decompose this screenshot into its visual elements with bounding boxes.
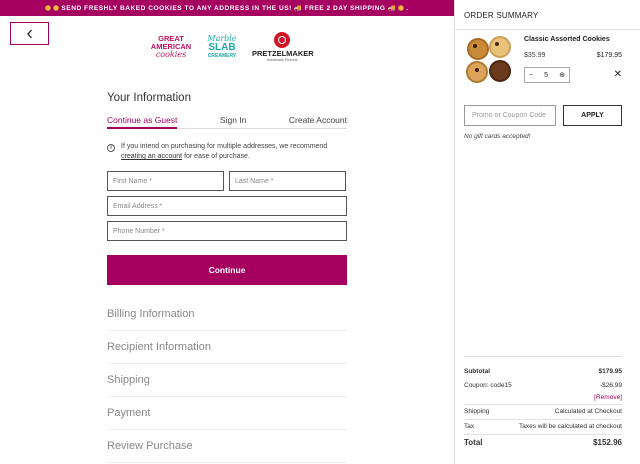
item-total-price: $179.95: [596, 52, 622, 59]
banner-text-shipping: FREE 2 DAY SHIPPING: [304, 4, 386, 12]
section-heading: Your Information: [107, 92, 191, 104]
divider: [464, 404, 622, 405]
promo-banner: SEND FRESHLY BAKED COOKIES TO ANY ADDRES…: [0, 0, 454, 16]
quantity-value: 5: [544, 71, 549, 79]
product-image: [465, 36, 512, 84]
step-recipient-information[interactable]: Recipient Information: [107, 331, 347, 364]
cookie-icon: [398, 5, 405, 11]
pretzelmaker-logo: PRETZELMAKER Handmade Pretzels: [252, 32, 314, 62]
account-tabs: Continue as Guest Sign In Create Account: [107, 113, 347, 129]
order-totals: Subtotal $179.95 Coupon: code15 -$26.99 …: [464, 356, 622, 447]
apply-button[interactable]: APPLY: [563, 105, 622, 126]
step-review-purchase[interactable]: Review Purchase: [107, 430, 347, 463]
continue-button[interactable]: Continue: [107, 255, 347, 285]
cookie-icon: [45, 5, 52, 11]
cookie-icon: [53, 5, 60, 11]
last-name-field[interactable]: Last Name *: [229, 171, 346, 191]
your-information-form: Your Information Continue as Guest Sign …: [107, 92, 347, 285]
coupon-row: Coupon: code15 -$26.99: [464, 382, 622, 389]
truck-icon: 🚚: [387, 5, 397, 12]
step-shipping[interactable]: Shipping: [107, 364, 347, 397]
divider: [464, 434, 622, 435]
subtotal-row: Subtotal $179.95: [464, 368, 622, 375]
great-american-cookies-logo: GREAT AMERICAN cookies: [150, 34, 192, 59]
info-text: If you intend on purchasing for multiple…: [121, 143, 328, 160]
info-icon: i: [107, 144, 115, 152]
email-field[interactable]: Email Address *: [107, 196, 347, 216]
truck-icon: 🚚: [293, 5, 303, 12]
promo-code-input[interactable]: Promo or Coupon Code: [464, 105, 556, 126]
item-unit-price: $35.99: [524, 52, 546, 59]
pretzel-icon: [274, 32, 290, 48]
brand-logos: GREAT AMERICAN cookies Marble SLAB CREAM…: [150, 30, 314, 64]
tab-sign-in[interactable]: Sign In: [220, 113, 246, 128]
minus-icon[interactable]: −: [529, 72, 533, 79]
tab-create-account[interactable]: Create Account: [289, 113, 347, 128]
chevron-left-icon: [26, 29, 32, 38]
divider: [464, 419, 622, 420]
quantity-stepper: − 5 ⊕: [524, 67, 570, 83]
info-notice: i If you intend on purchasing for multip…: [107, 142, 347, 162]
remove-coupon-link[interactable]: [Remove]: [594, 394, 622, 401]
banner-period: .: [406, 4, 409, 12]
step-billing-information[interactable]: Billing Information: [107, 298, 347, 331]
step-payment[interactable]: Payment: [107, 397, 347, 430]
phone-field[interactable]: Phone Number *: [107, 221, 347, 241]
back-button[interactable]: [10, 22, 49, 45]
banner-text: SEND FRESHLY BAKED COOKIES TO ANY ADDRES…: [61, 4, 292, 12]
first-name-field[interactable]: First Name *: [107, 171, 224, 191]
tax-row: Tax Taxes will be calculated at checkout: [464, 423, 622, 430]
create-account-link[interactable]: creating an account: [121, 153, 182, 160]
order-summary-title: ORDER SUMMARY: [464, 11, 539, 20]
shipping-row: Shipping Calculated at Checkout: [464, 408, 622, 415]
divider: [455, 29, 640, 30]
close-icon[interactable]: ✕: [614, 70, 622, 80]
item-name: Classic Assorted Cookies: [524, 36, 610, 43]
order-summary: ORDER SUMMARY Classic Assorted Cookies $…: [455, 0, 640, 464]
marble-slab-creamery-logo: Marble SLAB CREAMERY: [207, 33, 237, 59]
checkout-steps: Billing Information Recipient Informatio…: [107, 298, 347, 463]
total-row: Total $152.96: [464, 438, 622, 447]
plus-icon[interactable]: ⊕: [559, 71, 565, 79]
tab-continue-as-guest[interactable]: Continue as Guest: [107, 113, 178, 129]
gift-card-notice: No gift cards accepted!: [464, 133, 531, 140]
